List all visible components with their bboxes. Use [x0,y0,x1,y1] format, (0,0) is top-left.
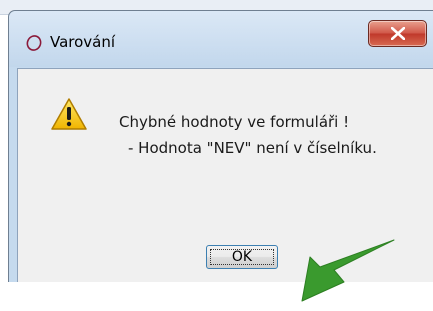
warning-icon [50,97,88,135]
ring-icon [25,34,43,52]
close-icon [391,27,405,40]
message-line-2: - Hodnota "NEV" není v číselníku. [128,139,377,157]
message-line-1: Chybné hodnoty ve formuláři ! [119,113,350,131]
dialog-body: Chybné hodnoty ve formuláři ! - Hodnota … [17,68,433,302]
close-button[interactable] [368,20,427,47]
dialog-title: Varování [50,33,116,51]
title-bar[interactable]: Varování [9,11,433,67]
warning-dialog: Varování Chybné hodnoty ve formuláři ! -… [8,10,433,302]
green-arrow-annotation [298,237,398,311]
ok-button[interactable]: OK [206,245,278,269]
